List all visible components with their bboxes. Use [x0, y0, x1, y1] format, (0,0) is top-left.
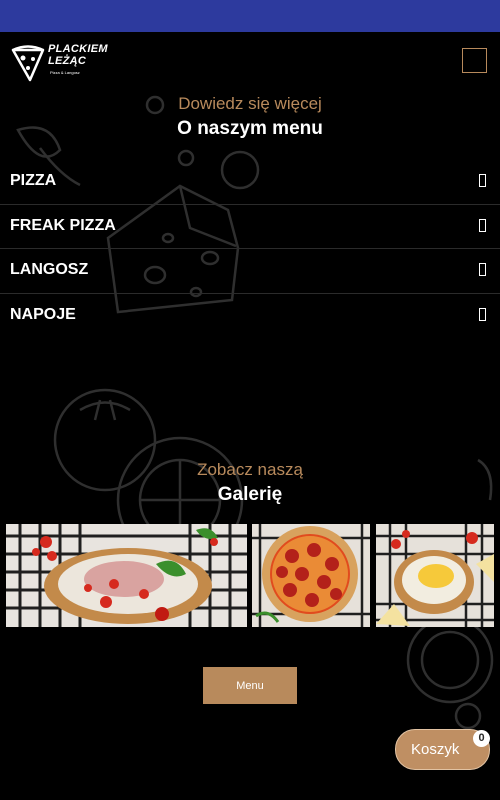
chevron-right-icon: [479, 307, 486, 321]
gallery-photo-cheese-langosz[interactable]: [376, 524, 494, 627]
status-bar: [0, 0, 500, 32]
menu-section-title: O naszym menu: [177, 118, 323, 139]
pepperoni-pizza-image: [252, 524, 370, 627]
logo-title-line1: PLACKIEM: [48, 43, 108, 55]
menu-category-label: LANGOSZ: [10, 261, 89, 278]
chevron-right-icon: [479, 263, 486, 276]
gallery: [6, 524, 494, 627]
menu-toggle-button[interactable]: [462, 48, 487, 73]
cart-label: Koszyk: [411, 741, 460, 758]
chevron-right-icon: [479, 174, 486, 187]
menu-category-napoje[interactable]: NAPOJE: [0, 294, 500, 339]
gallery-photo-pepperoni-pizza[interactable]: [252, 524, 370, 627]
menu-category-label: FREAK PIZZA: [10, 216, 116, 234]
menu-section-subtitle: Dowiedz się więcej: [178, 94, 322, 113]
gallery-section-subtitle: Zobacz naszą: [197, 460, 303, 479]
site-header: PLACKIEM LEŻĄC Pizza & Langosz: [0, 32, 500, 90]
logo-title: PLACKIEM LEŻĄC: [48, 43, 128, 67]
cart-count-badge: 0: [473, 730, 490, 747]
menu-button[interactable]: Menu: [203, 667, 297, 704]
menu-category-pizza[interactable]: PIZZA: [0, 160, 500, 205]
menu-category-label: NAPOJE: [10, 305, 76, 323]
menu-category-label: PIZZA: [10, 172, 57, 189]
chevron-right-icon: [479, 218, 486, 232]
menu-category-freak-pizza[interactable]: FREAK PIZZA: [0, 205, 500, 249]
langosz-image: [6, 524, 247, 627]
gallery-photo-langosz[interactable]: [6, 524, 247, 627]
cheese-langosz-image: [376, 524, 494, 627]
logo-subtitle: Pizza & Langosz: [50, 70, 80, 75]
logo[interactable]: PLACKIEM LEŻĄC Pizza & Langosz: [10, 42, 120, 82]
menu-category-list: PIZZA FREAK PIZZA LANGOSZ NAPOJE: [0, 160, 500, 338]
logo-title-line2: LEŻĄC: [48, 55, 87, 67]
menu-category-langosz[interactable]: LANGOSZ: [0, 249, 500, 294]
pizza-slice-logo-icon: [11, 45, 45, 82]
gallery-section-title: Galerię: [217, 484, 283, 505]
